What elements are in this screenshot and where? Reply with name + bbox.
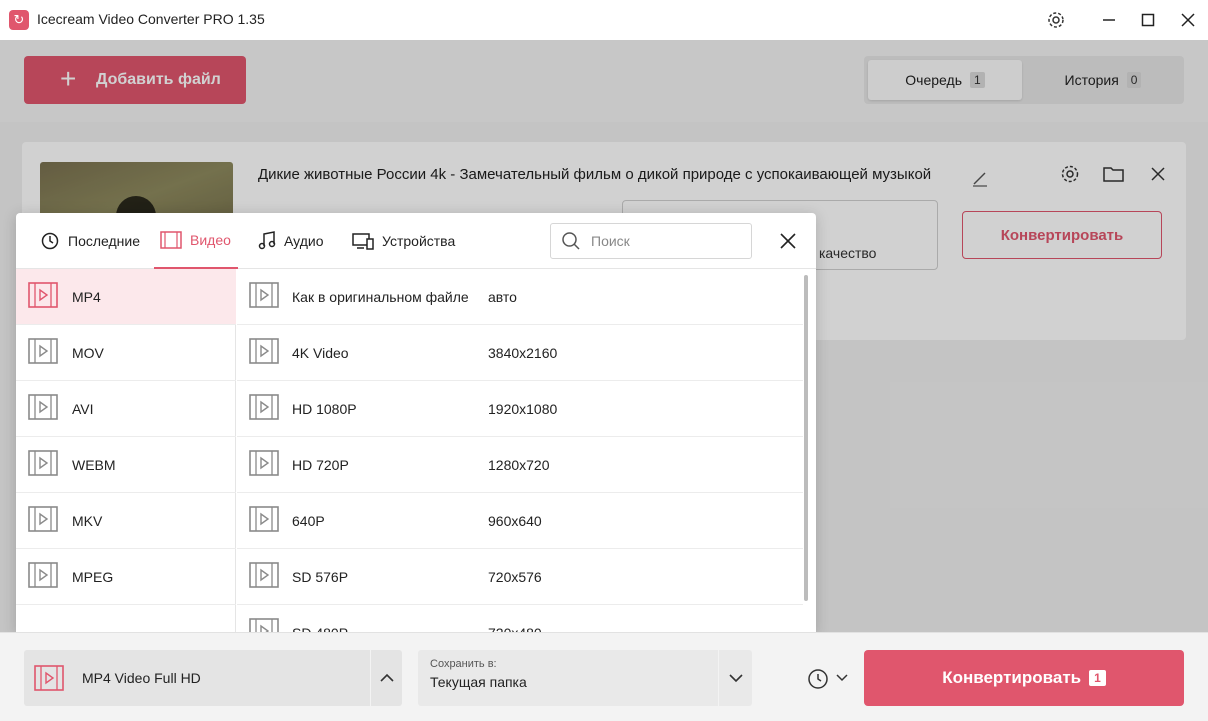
preset-item[interactable]: SD 576P 720x576 [237, 549, 803, 605]
preset-item[interactable]: SD 480P 720x480 [237, 605, 803, 633]
preset-scrollbar[interactable] [804, 275, 808, 601]
tab-audio[interactable]: Аудио [252, 213, 330, 269]
preset-resolution: 1280x720 [488, 456, 550, 473]
preset-name: SD 576P [292, 568, 349, 585]
maximize-icon[interactable] [1131, 6, 1165, 34]
format-label: MPEG [72, 568, 114, 585]
alarm-clock-icon [808, 669, 828, 689]
output-format-select[interactable]: MP4 Video Full HD [24, 650, 370, 706]
schedule-alarm-button[interactable] [806, 663, 854, 693]
title-bar: ↻ Icecream Video Converter PRO 1.35 [0, 0, 1208, 40]
close-window-icon[interactable] [1171, 6, 1205, 34]
video-film-icon [28, 282, 58, 311]
close-popup-icon[interactable] [774, 227, 802, 255]
video-film-icon [28, 394, 58, 423]
music-note-icon [258, 231, 276, 250]
search-box[interactable] [550, 223, 752, 259]
video-film-icon [34, 665, 64, 691]
bottom-bar: MP4 Video Full HD Сохранить в: Текущая п… [0, 632, 1208, 721]
convert-all-button[interactable]: Конвертировать 1 [864, 650, 1184, 706]
preset-name: HD 720P [292, 456, 349, 473]
format-item[interactable]: WEBM [16, 437, 236, 493]
preset-resolution: 960x640 [488, 512, 542, 529]
minimize-icon[interactable] [1092, 6, 1126, 34]
tab-recent[interactable]: Последние [34, 213, 146, 269]
convert-all-label: Конвертировать [942, 668, 1082, 687]
format-popup: Последние Видео Аудио Устройства MP4 MOV A… [16, 213, 816, 633]
format-item[interactable]: MPEG [16, 549, 236, 605]
video-film-icon [249, 506, 279, 535]
preset-item[interactable]: 4K Video 3840x2160 [237, 325, 803, 381]
format-label: MOV [72, 344, 104, 361]
preset-item[interactable]: HD 1080P 1920x1080 [237, 381, 803, 437]
app-logo-icon: ↻ [9, 10, 29, 30]
search-icon [562, 232, 580, 250]
format-item[interactable]: MP4 [16, 269, 236, 325]
video-film-icon [249, 618, 279, 633]
video-film-icon [28, 506, 58, 535]
format-label: MKV [72, 512, 103, 529]
tab-audio-label: Аудио [284, 233, 324, 249]
video-film-icon [249, 562, 279, 591]
popup-tabs: Последние Видео Аудио Устройства [16, 213, 816, 269]
video-film-icon [249, 450, 279, 479]
tab-devices-label: Устройства [382, 233, 456, 249]
video-film-icon [28, 338, 58, 367]
preset-resolution: 720x576 [488, 568, 542, 585]
preset-list: Как в оригинальном файле авто 4K Video 3840… [237, 269, 803, 633]
format-item[interactable]: AVI [16, 381, 236, 437]
video-film-icon [249, 282, 279, 311]
format-label: MP4 [72, 288, 101, 305]
video-film-icon [249, 338, 279, 367]
preset-resolution: 1920x1080 [488, 400, 558, 417]
device-monitor-icon [352, 233, 374, 250]
format-item[interactable]: MOV [16, 325, 236, 381]
window-title: Icecream Video Converter PRO 1.35 [37, 11, 265, 27]
video-film-icon [249, 394, 279, 423]
format-item[interactable]: MKV [16, 493, 236, 549]
tab-video-label: Видео [190, 232, 231, 248]
video-film-icon [160, 231, 182, 249]
preset-name: 4K Video [292, 344, 349, 361]
chevron-down-icon[interactable] [719, 650, 752, 706]
settings-gear-icon[interactable] [1039, 6, 1073, 34]
save-location-label: Сохранить в: [430, 658, 497, 670]
preset-resolution: авто [488, 288, 517, 305]
tab-video[interactable]: Видео [154, 213, 238, 269]
preset-item[interactable]: Как в оригинальном файле авто [237, 269, 803, 325]
chevron-up-icon[interactable] [371, 650, 402, 706]
tab-devices[interactable]: Устройства [346, 213, 461, 269]
format-list: MP4 MOV AVI WEBM MKV MPEG [16, 269, 236, 633]
format-label: AVI [72, 400, 94, 417]
convert-count-badge: 1 [1089, 670, 1106, 686]
video-film-icon [28, 450, 58, 479]
preset-name: HD 1080P [292, 400, 357, 417]
output-format-label: MP4 Video Full HD [82, 670, 201, 686]
save-location-select[interactable]: Сохранить в: Текущая папка [418, 650, 718, 706]
chevron-down-icon [836, 674, 848, 682]
save-location-value: Текущая папка [430, 674, 527, 690]
tab-recent-label: Последние [68, 233, 141, 249]
preset-name: 640P [292, 512, 325, 529]
preset-item[interactable]: 640P 960x640 [237, 493, 803, 549]
search-input[interactable] [591, 233, 741, 249]
preset-name: Как в оригинальном файле [292, 288, 469, 305]
video-film-icon [28, 562, 58, 591]
preset-item[interactable]: HD 720P 1280x720 [237, 437, 803, 493]
format-label: WEBM [72, 456, 116, 473]
history-clock-icon [41, 232, 59, 250]
preset-resolution: 3840x2160 [488, 344, 558, 361]
